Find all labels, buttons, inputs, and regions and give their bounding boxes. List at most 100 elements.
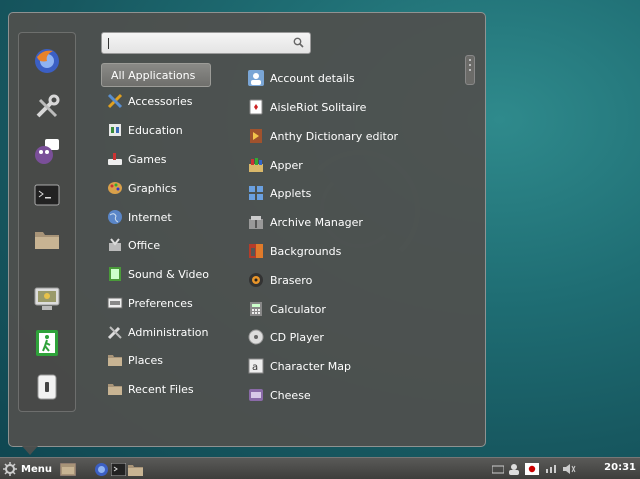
category-label: Graphics [128, 181, 177, 195]
japan-flag-icon [525, 463, 539, 475]
volume-icon [563, 464, 576, 474]
category-sound-video[interactable]: Sound & Video [101, 262, 211, 286]
favorite-firefox[interactable] [31, 45, 63, 77]
app-archive-manager[interactable]: Archive Manager [247, 210, 457, 234]
app-label: Calculator [270, 302, 326, 316]
launcher-files[interactable] [127, 461, 143, 477]
exit-icon [36, 330, 58, 356]
app-label: Backgrounds [270, 244, 342, 258]
apper-icon [247, 156, 265, 174]
internet-icon [107, 209, 123, 225]
category-education[interactable]: Education [101, 118, 211, 142]
category-internet[interactable]: Internet [101, 205, 211, 229]
folder-icon [35, 232, 59, 249]
category-label: All Applications [111, 68, 196, 82]
application-menu: All Applications Accessories Education G… [8, 12, 486, 447]
app-label: Brasero [270, 273, 313, 287]
archive-icon [247, 213, 265, 231]
clock[interactable]: 20:31 [604, 462, 636, 473]
app-brasero[interactable]: Brasero [247, 268, 457, 292]
category-label: Administration [128, 325, 209, 339]
accessories-icon [107, 93, 123, 109]
terminal-icon [110, 462, 126, 476]
keyboard-icon [492, 465, 504, 474]
app-character-map[interactable]: a Character Map [247, 354, 457, 378]
launcher-firefox[interactable] [93, 461, 109, 477]
dictionary-icon [247, 127, 265, 145]
category-recent-files[interactable]: Recent Files [101, 377, 211, 401]
svg-text:a: a [252, 362, 258, 373]
search-icon [293, 37, 304, 48]
app-backgrounds[interactable]: Backgrounds [247, 239, 457, 263]
user-tray[interactable] [506, 461, 522, 477]
app-label: AisleRiot Solitaire [270, 100, 367, 114]
category-places[interactable]: Places [101, 348, 211, 372]
tools-icon [36, 94, 60, 118]
favorite-terminal[interactable] [31, 179, 63, 211]
menu-button[interactable]: Menu [3, 460, 52, 478]
favorites-bar [18, 32, 76, 412]
app-label: Cheese [270, 388, 311, 402]
terminal-icon [34, 184, 60, 206]
favorite-lock-screen[interactable] [31, 283, 63, 315]
favorite-logout[interactable] [31, 327, 63, 359]
games-icon [107, 151, 123, 167]
app-list-scrollbar[interactable] [465, 55, 475, 85]
text-cursor [108, 37, 109, 49]
category-label: Internet [128, 210, 172, 224]
folder-icon [127, 464, 143, 476]
app-cd-player[interactable]: CD Player [247, 325, 457, 349]
app-cheese[interactable]: Cheese [247, 383, 457, 407]
favorite-pidgin[interactable] [31, 135, 63, 167]
app-applets[interactable]: Applets [247, 181, 457, 205]
app-label: Apper [270, 158, 303, 172]
folder-icon [107, 381, 123, 397]
education-icon [107, 122, 123, 138]
launcher-terminal[interactable] [110, 461, 126, 477]
category-label: Preferences [128, 296, 193, 310]
preferences-icon [107, 295, 123, 311]
show-desktop-button[interactable] [60, 461, 76, 477]
category-administration[interactable]: Administration [101, 320, 211, 344]
app-apper[interactable]: Apper [247, 153, 457, 177]
category-all-applications[interactable]: All Applications [101, 63, 211, 87]
search-input[interactable] [101, 32, 311, 54]
network-tray[interactable] [544, 461, 560, 477]
user-icon [509, 464, 519, 475]
office-icon [107, 237, 123, 253]
category-label: Office [128, 238, 161, 252]
menu-pointer [22, 446, 38, 455]
app-label: CD Player [270, 330, 324, 344]
favorite-shutdown[interactable] [31, 371, 63, 403]
category-graphics[interactable]: Graphics [101, 176, 211, 200]
brasero-icon [247, 271, 265, 289]
calculator-icon [247, 300, 265, 318]
favorite-system-settings[interactable] [31, 91, 63, 123]
keyboard-tray[interactable] [490, 461, 506, 477]
graphics-icon [107, 180, 123, 196]
folder-icon [107, 352, 123, 368]
app-label: Archive Manager [270, 215, 363, 229]
app-anthy-dictionary-editor[interactable]: Anthy Dictionary editor [247, 124, 457, 148]
category-office[interactable]: Office [101, 233, 211, 257]
category-label: Games [128, 152, 167, 166]
volume-tray[interactable] [561, 461, 577, 477]
app-aisleriot-solitaire[interactable]: AisleRiot Solitaire [247, 95, 457, 119]
cheese-icon [247, 386, 265, 404]
shutdown-icon [37, 374, 57, 400]
administration-icon [107, 324, 123, 340]
category-preferences[interactable]: Preferences [101, 291, 211, 315]
app-calculator[interactable]: Calculator [247, 297, 457, 321]
favorite-files[interactable] [31, 223, 63, 255]
category-games[interactable]: Games [101, 147, 211, 171]
firefox-icon [94, 462, 108, 476]
input-method-tray[interactable] [524, 461, 540, 477]
category-accessories[interactable]: Accessories [101, 89, 211, 113]
sound-video-icon [107, 266, 123, 282]
app-account-details[interactable]: Account details [247, 66, 457, 90]
charmap-icon: a [247, 357, 265, 375]
cd-icon [247, 328, 265, 346]
category-label: Places [128, 353, 163, 367]
applets-icon [247, 184, 265, 202]
account-icon [247, 69, 265, 87]
